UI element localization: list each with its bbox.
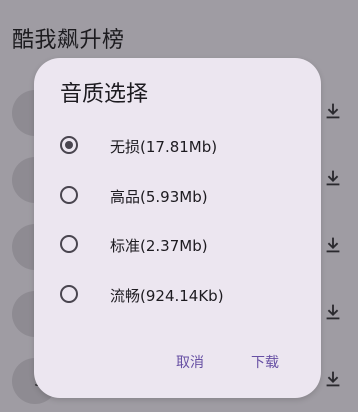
option-label: 无损(17.81Mb)	[110, 138, 218, 156]
quality-option-standard[interactable]: 标准(2.37Mb)	[58, 226, 298, 266]
cancel-button[interactable]: 取消	[174, 348, 206, 376]
dialog-title: 音质选择	[60, 82, 149, 107]
download-button[interactable]: 下载	[249, 348, 281, 376]
radio-button[interactable]	[60, 285, 78, 303]
quality-dialog: 音质选择 无损(17.81Mb) 高品(5.93Mb) 标准(2.37Mb) 流…	[34, 58, 321, 398]
quality-option-lossless[interactable]: 无损(17.81Mb)	[58, 127, 298, 167]
quality-option-smooth[interactable]: 流畅(924.14Kb)	[58, 276, 298, 316]
option-label: 流畅(924.14Kb)	[110, 287, 224, 305]
radio-button[interactable]	[60, 186, 78, 204]
radio-button[interactable]	[60, 235, 78, 253]
option-label: 高品(5.93Mb)	[110, 188, 208, 206]
radio-button[interactable]	[60, 136, 78, 154]
quality-option-high[interactable]: 高品(5.93Mb)	[58, 177, 298, 217]
option-label: 标准(2.37Mb)	[110, 237, 208, 255]
